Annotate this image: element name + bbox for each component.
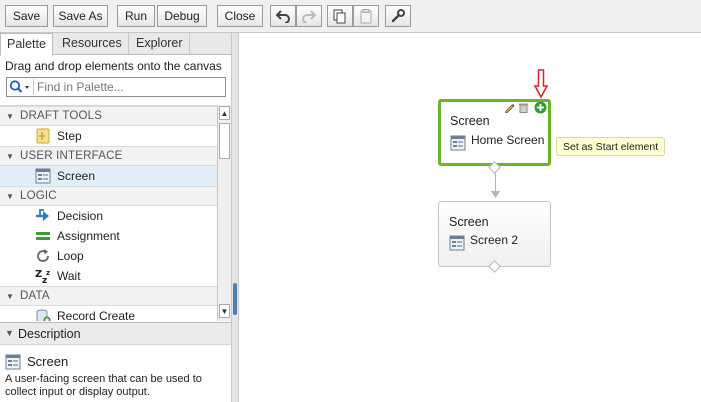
collapse-arrow-icon: ▼: [6, 192, 14, 201]
palette-item-record-create[interactable]: Record Create: [0, 306, 217, 321]
run-button[interactable]: Run: [117, 5, 155, 27]
scroll-down-arrow-icon[interactable]: ▼: [219, 304, 230, 318]
description-text: A user-facing screen that can be used to…: [5, 373, 202, 398]
scroll-up-arrow-icon[interactable]: ▲: [219, 106, 230, 120]
decision-icon: [36, 209, 49, 221]
collapse-arrow-icon: ▼: [5, 328, 14, 338]
node-name-label: Home Screen: [471, 133, 545, 147]
palette-item-decision[interactable]: Decision: [0, 206, 217, 226]
delete-trash-icon[interactable]: [518, 102, 529, 113]
annotation-arrow-icon: [534, 69, 548, 99]
palette-search: [6, 77, 226, 97]
palette-item-screen[interactable]: Screen: [0, 166, 217, 186]
item-label: Decision: [57, 209, 104, 223]
wait-icon: Z z z: [35, 269, 50, 284]
collapse-arrow-icon: ▼: [6, 112, 14, 121]
undo-icon: [275, 10, 290, 24]
copy-button[interactable]: [327, 5, 353, 27]
item-label: Record Create: [57, 309, 136, 321]
screen-icon: [450, 135, 466, 151]
tooltip-set-start: Set as Start element: [556, 137, 666, 156]
node-type-label: Screen: [449, 215, 489, 229]
node-name-label: Screen 2: [470, 233, 519, 247]
node-type-label: Screen: [450, 114, 490, 128]
panel-splitter[interactable]: [231, 33, 239, 402]
assignment-icon: [36, 232, 50, 240]
palette-scrollbar[interactable]: ▲ ▼: [217, 105, 231, 321]
palette-item-assignment[interactable]: Assignment: [0, 226, 217, 246]
item-label: Loop: [57, 249, 84, 263]
left-panel: Palette Resources Explorer Drag and drop…: [0, 33, 233, 402]
tab-explorer[interactable]: Explorer: [130, 33, 190, 55]
undo-button[interactable]: [270, 5, 296, 27]
paste-button[interactable]: [353, 5, 379, 27]
debug-button[interactable]: Debug: [157, 5, 207, 27]
step-icon: [36, 128, 50, 144]
section-label: LOGIC: [20, 190, 57, 202]
settings-button[interactable]: [385, 5, 411, 27]
item-label: Assignment: [57, 229, 120, 243]
palette-hint: Drag and drop elements onto the canvas: [5, 59, 222, 73]
redo-button[interactable]: [296, 5, 322, 27]
close-button[interactable]: Close: [217, 5, 263, 27]
flow-node-screen-2[interactable]: Screen Screen 2: [438, 201, 551, 267]
section-data[interactable]: ▼ DATA: [0, 286, 217, 306]
set-start-plus-icon[interactable]: [534, 101, 547, 114]
save-button[interactable]: Save: [5, 5, 48, 27]
palette-item-wait[interactable]: Z z z Wait: [0, 266, 217, 286]
item-label: Screen: [57, 169, 96, 183]
tab-resources[interactable]: Resources: [56, 33, 129, 55]
search-dropdown[interactable]: [8, 79, 34, 95]
section-user-interface[interactable]: ▼ USER INTERFACE: [0, 146, 217, 166]
toolbar: Save Save As Run Debug Close: [0, 0, 701, 33]
search-icon: [9, 80, 29, 93]
copy-icon: [333, 9, 346, 24]
search-input[interactable]: [37, 79, 223, 95]
palette-item-loop[interactable]: Loop: [0, 246, 217, 266]
section-logic[interactable]: ▼ LOGIC: [0, 186, 217, 206]
palette-tree: ▼ DRAFT TOOLS Step ▼ USER INTERFACE Scre…: [0, 105, 217, 321]
scroll-thumb[interactable]: [219, 123, 230, 159]
description-header-label: Description: [18, 327, 81, 341]
collapse-arrow-icon: ▼: [6, 292, 14, 301]
screen-icon: [35, 168, 51, 184]
edit-pencil-icon[interactable]: [504, 102, 515, 113]
paste-icon: [360, 9, 372, 24]
loop-icon: [37, 249, 49, 262]
tab-palette[interactable]: Palette: [0, 33, 53, 56]
record-create-icon: [36, 309, 51, 321]
wrench-icon: [391, 9, 405, 23]
connector-arrowhead-icon: [491, 191, 500, 198]
section-label: DRAFT TOOLS: [20, 110, 103, 122]
splitter-grip[interactable]: [233, 283, 237, 315]
collapse-arrow-icon: ▼: [6, 152, 14, 161]
section-label: USER INTERFACE: [20, 150, 123, 162]
section-label: DATA: [20, 290, 50, 302]
svg-text:z: z: [46, 269, 50, 277]
palette-item-step[interactable]: Step: [0, 126, 217, 146]
section-draft-tools[interactable]: ▼ DRAFT TOOLS: [0, 106, 217, 126]
item-label: Wait: [57, 269, 81, 283]
description-header[interactable]: ▼ Description: [0, 322, 232, 345]
save-as-button[interactable]: Save As: [53, 5, 108, 27]
redo-icon: [302, 10, 317, 24]
description-title: Screen: [27, 354, 69, 369]
svg-text:z: z: [42, 276, 47, 284]
item-label: Step: [57, 129, 82, 143]
panel-tabs: Palette Resources Explorer: [0, 33, 232, 56]
screen-icon: [5, 354, 21, 370]
screen-icon: [449, 235, 465, 251]
